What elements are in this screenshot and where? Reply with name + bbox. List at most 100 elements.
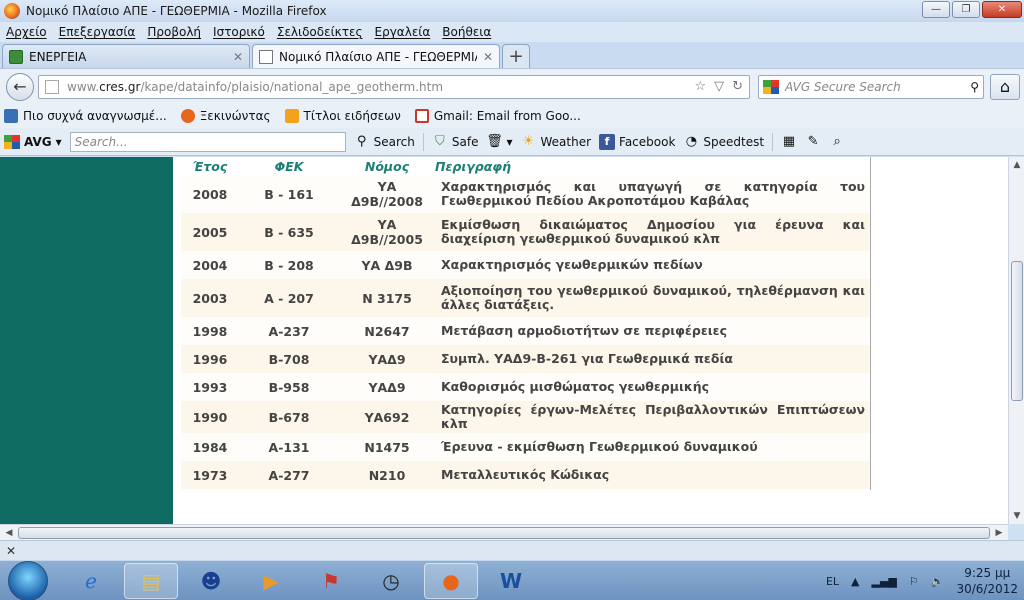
avg-search-engine-icon[interactable]	[763, 79, 779, 94]
scroll-down-arrow-icon[interactable]: ▼	[1010, 509, 1024, 523]
media-player-icon[interactable]: ▶	[244, 563, 298, 599]
cell-year: 1998	[192, 323, 228, 339]
window-title: Νομικό Πλαίσιο ΑΠΕ - ΓΕΩΘΕΡΜΙΑ - Mozilla…	[26, 4, 327, 18]
bookmark-label: Ξεκινώντας	[199, 109, 271, 123]
horizontal-scrollbar[interactable]: ◀ ▶	[0, 524, 1008, 540]
vertical-scroll-thumb[interactable]	[1011, 261, 1023, 401]
bookmark-star-icon[interactable]: ☆	[694, 79, 706, 94]
volume-icon[interactable]: 🔈	[931, 575, 945, 588]
search-input[interactable]: AVG Secure Search	[785, 80, 964, 94]
site-identity-icon[interactable]	[45, 79, 59, 94]
word-icon[interactable]: W	[484, 563, 538, 599]
avg-search-input[interactable]: Search...	[69, 131, 346, 152]
avg-logo-icon	[4, 134, 20, 149]
cell-year: 2008	[192, 186, 228, 202]
rss-icon	[284, 109, 299, 123]
start-button[interactable]	[8, 560, 48, 600]
facebook-button[interactable]: f Facebook	[599, 133, 675, 150]
url-text[interactable]: www.cres.gr/kape/datainfo/plaisio/nation…	[67, 80, 686, 94]
calculator-icon[interactable]: ▦	[781, 134, 797, 150]
speedometer-icon: ◔	[685, 134, 698, 149]
cell-year: 1993	[192, 379, 228, 395]
maximize-button[interactable]: ❐	[952, 1, 980, 18]
cell-description: Χαρακτηρισμός γεωθερμικών πεδίων	[441, 257, 703, 272]
scroll-left-arrow-icon[interactable]: ◀	[2, 526, 16, 540]
cell-law: ΥΑ Δ9Β//2008	[351, 179, 423, 209]
firefox-taskbar-icon[interactable]: ●	[424, 562, 478, 599]
clock-app-icon[interactable]: ◷	[364, 563, 418, 599]
cell-description: Μεταλλευτικός Κώδικας	[441, 467, 610, 482]
menu-tools[interactable]: Εργαλεία	[375, 25, 431, 39]
cell-fek: Α - 207	[264, 290, 314, 306]
speedtest-label: Speedtest	[703, 134, 765, 149]
cell-fek: Α-237	[268, 323, 310, 339]
avg-search-button[interactable]: ⚲ Search	[354, 134, 415, 150]
menu-edit[interactable]: Επεξεργασία	[59, 25, 136, 39]
pushpin-icon[interactable]: ⚑	[304, 563, 358, 599]
explorer-folder-icon[interactable]: ▤	[124, 562, 178, 599]
avg-menu-button[interactable]: AVG ▾	[4, 134, 62, 149]
bookmark-headlines[interactable]: Τίτλοι ειδήσεων	[284, 109, 401, 123]
close-addon-bar-icon[interactable]: ✕	[6, 544, 16, 558]
search-bar[interactable]: AVG Secure Search ⚲	[758, 74, 984, 99]
cell-fek: Β - 635	[264, 224, 314, 240]
bookmark-most-visited[interactable]: Πιο συχνά αναγνωσμέ...	[4, 109, 167, 123]
cell-law: ΥΑΔ9	[368, 351, 406, 367]
scroll-up-arrow-icon[interactable]: ▲	[1010, 158, 1024, 172]
menu-bookmarks[interactable]: Σελιδοδείκτες	[277, 25, 363, 39]
clock[interactable]: 9:25 μμ 30/6/2012	[956, 565, 1018, 597]
gmail-icon	[414, 109, 429, 123]
action-center-icon[interactable]: ⚐	[909, 575, 919, 588]
table-row: 2008 Β - 161 ΥΑ Δ9Β//2008 Χαρακτηρισμός …	[181, 175, 871, 213]
site-favicon-icon	[9, 49, 23, 64]
trash-button[interactable]: 🗑 ▾	[486, 134, 512, 150]
close-tab-icon[interactable]: ✕	[233, 50, 243, 64]
bookmark-label: Τίτλοι ειδήσεων	[303, 109, 401, 123]
safe-button[interactable]: ⛉ Safe	[432, 134, 478, 150]
new-tab-button[interactable]: +	[502, 44, 530, 68]
url-bar[interactable]: www.cres.gr/kape/datainfo/plaisio/nation…	[38, 74, 750, 99]
messenger-icon[interactable]: ☻	[184, 563, 238, 599]
cell-law: ΥΑΔ9	[368, 379, 406, 395]
weather-button[interactable]: ☀ Weather	[520, 134, 591, 150]
bookmark-getting-started[interactable]: Ξεκινώντας	[180, 109, 271, 123]
tab-bar: ΕΝΕΡΓΕΙΑ ✕ Νομικό Πλαίσιο ΑΠΕ - ΓΕΩΘΕΡΜΙ…	[0, 42, 1024, 68]
table-row: 1984 Α-131 Ν1475 Έρευνα - εκμίσθωση Γεωθ…	[181, 433, 871, 461]
divider	[772, 132, 774, 151]
window-controls: — ❐ ✕	[922, 1, 1022, 18]
menu-view[interactable]: Προβολή	[147, 25, 201, 39]
back-button[interactable]: ←	[6, 72, 34, 101]
home-button[interactable]: ⌂	[990, 73, 1020, 100]
cell-description: Κατηγορίες έργων-Μελέτες Περιβαλλοντικών…	[441, 402, 865, 431]
cell-fek: Β - 208	[264, 257, 314, 273]
tab-energeia[interactable]: ΕΝΕΡΓΕΙΑ ✕	[2, 44, 250, 68]
cell-year: 2004	[192, 257, 228, 273]
menu-help[interactable]: Βοήθεια	[442, 25, 491, 39]
close-tab-icon[interactable]: ✕	[483, 50, 493, 64]
language-indicator[interactable]: EL	[826, 575, 839, 588]
reload-icon[interactable]: ↻	[732, 79, 743, 94]
scroll-right-arrow-icon[interactable]: ▶	[992, 526, 1006, 540]
vertical-scrollbar[interactable]: ▲ ▼	[1008, 157, 1024, 524]
menu-file[interactable]: Αρχείο	[6, 25, 47, 39]
tab-geothermia[interactable]: Νομικό Πλαίσιο ΑΠΕ - ΓΕΩΘΕΡΜΙΑ ✕	[252, 44, 500, 68]
minimize-button[interactable]: —	[922, 1, 950, 18]
cell-description: Συμπλ. ΥΑΔ9-Β-261 για Γεωθερμικά πεδία	[441, 351, 733, 366]
folder-search-icon[interactable]: ⌕	[829, 134, 845, 150]
network-icon[interactable]: ▂▄▆	[872, 575, 897, 588]
firefox-icon	[180, 109, 195, 123]
tray-expand-icon[interactable]: ▲	[851, 575, 859, 588]
url-domain: cres.gr	[99, 79, 141, 94]
horizontal-scroll-thumb[interactable]	[18, 527, 990, 539]
clock-date: 30/6/2012	[956, 582, 1018, 596]
close-window-button[interactable]: ✕	[982, 1, 1022, 18]
magnifier-icon: ⚲	[356, 134, 367, 149]
search-icon[interactable]: ⚲	[970, 80, 979, 94]
menu-history[interactable]: Ιστορικό	[213, 25, 265, 39]
speedtest-button[interactable]: ◔ Speedtest	[683, 134, 764, 150]
notepad-icon[interactable]: ✎	[805, 134, 821, 150]
history-dropdown-icon[interactable]: ▽	[714, 79, 724, 94]
table-row: 2005 Β - 635 ΥΑ Δ9Β//2005 Εκμίσθωση δικα…	[181, 213, 871, 251]
bookmark-gmail[interactable]: Gmail: Email from Goo...	[414, 109, 581, 123]
internet-explorer-icon[interactable]: ℯ	[64, 563, 118, 599]
